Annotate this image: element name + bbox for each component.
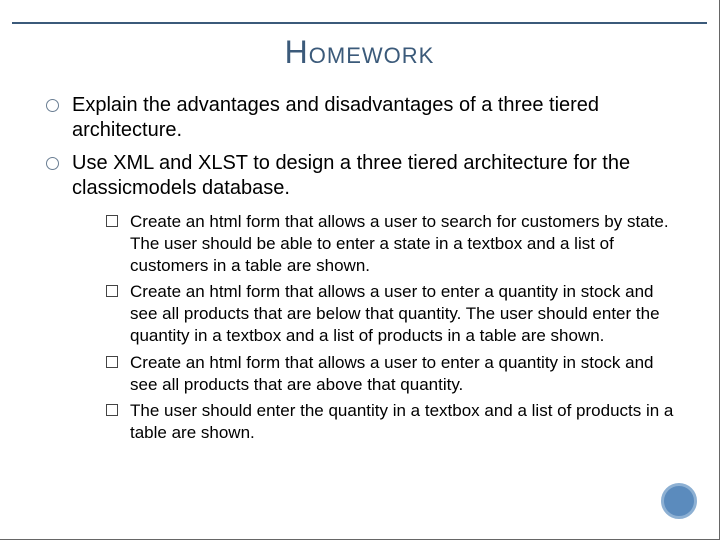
list-item-text: Explain the advantages and disadvantages…	[72, 94, 599, 141]
slide: Homework Explain the advantages and disa…	[0, 0, 720, 540]
list-item: Use XML and XLST to design a three tiere…	[46, 151, 679, 444]
list-item-text: Create an html form that allows a user t…	[130, 353, 654, 394]
decorative-dot-icon	[661, 483, 697, 519]
list-item: The user should enter the quantity in a …	[106, 400, 679, 444]
sub-list: Create an html form that allows a user t…	[72, 211, 679, 444]
page-title: Homework	[40, 34, 679, 71]
title-text: Homework	[285, 34, 435, 70]
list-item: Create an html form that allows a user t…	[106, 352, 679, 396]
slide-inner: Homework Explain the advantages and disa…	[12, 22, 707, 527]
list-item-text: Create an html form that allows a user t…	[130, 212, 669, 275]
list-item: Create an html form that allows a user t…	[106, 281, 679, 347]
list-item: Create an html form that allows a user t…	[106, 211, 679, 277]
list-item-text: Create an html form that allows a user t…	[130, 282, 660, 345]
main-list: Explain the advantages and disadvantages…	[40, 93, 679, 444]
list-item-text: The user should enter the quantity in a …	[130, 401, 673, 442]
list-item: Explain the advantages and disadvantages…	[46, 93, 679, 143]
list-item-text: Use XML and XLST to design a three tiere…	[72, 152, 630, 199]
